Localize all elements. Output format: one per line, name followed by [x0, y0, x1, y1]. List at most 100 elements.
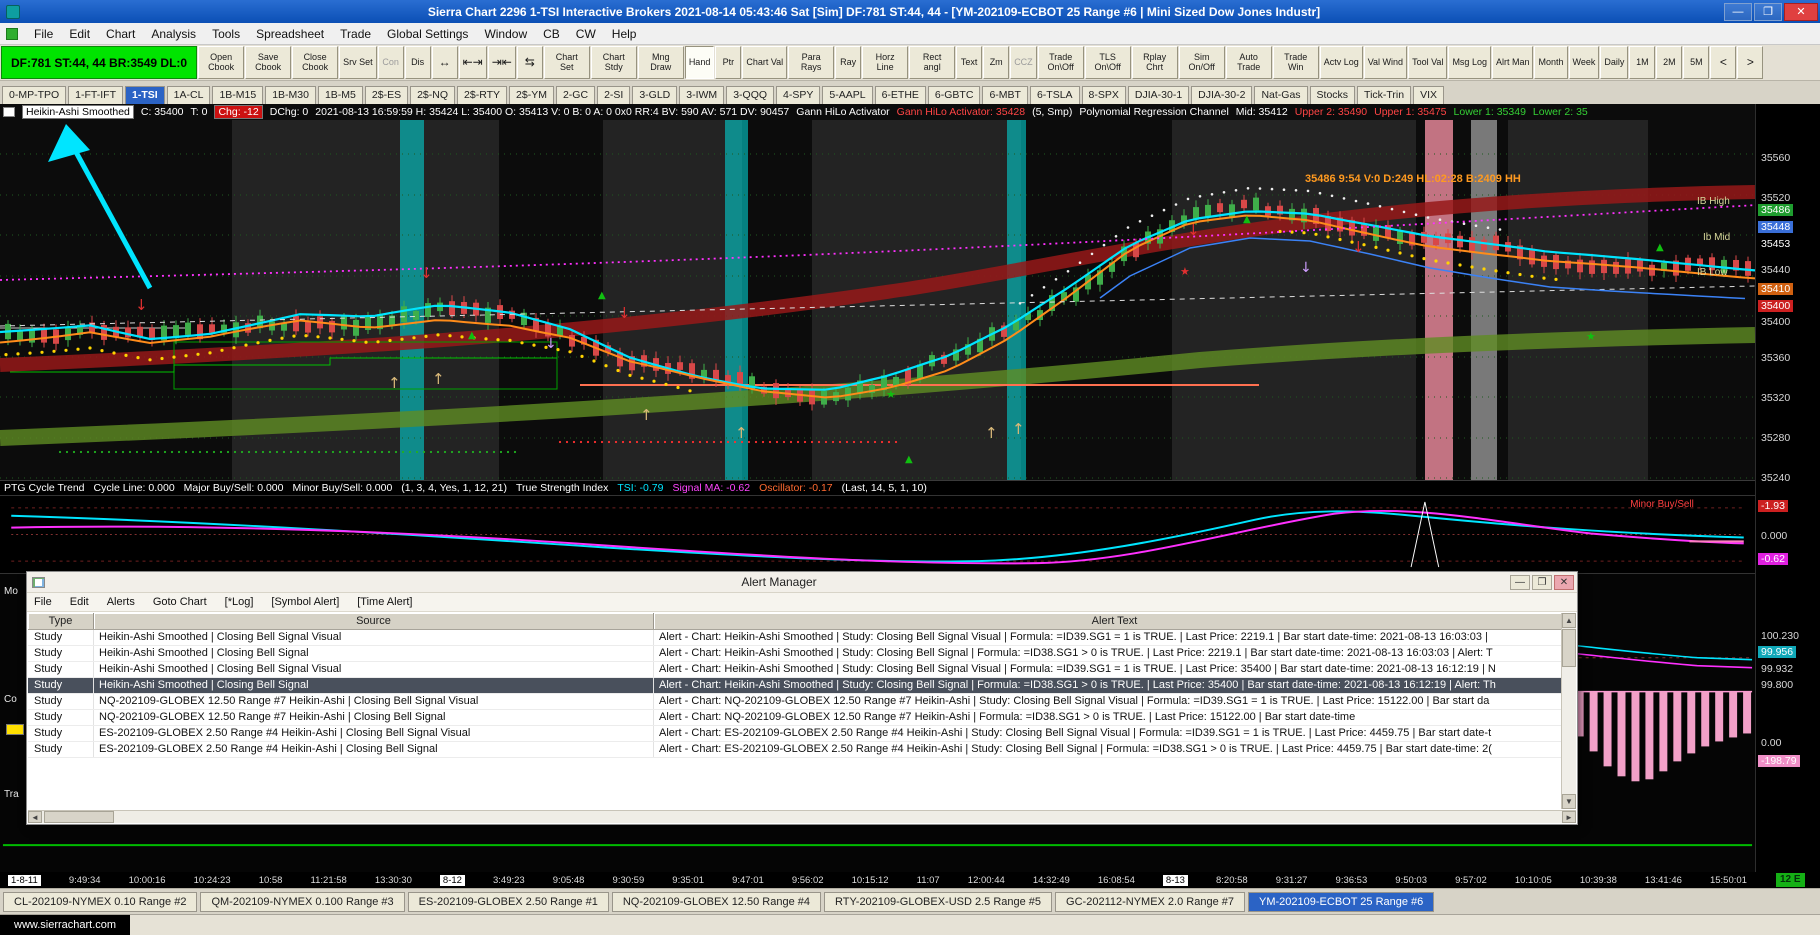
maximize-button[interactable]: ❐ [1754, 2, 1782, 21]
toolbar-button-rect-angl[interactable]: Rect angl [909, 46, 956, 79]
toolbar-button-ptr[interactable]: Ptr [715, 46, 742, 79]
toolbar-button-tls-on-off[interactable]: TLS On\Off [1084, 46, 1131, 79]
toolbar-button-sim-on-off[interactable]: Sim On/Off [1178, 46, 1225, 79]
vertical-scroll-thumb[interactable] [1562, 629, 1576, 667]
bottom-tab-nq-202109-globex-12-50-range-4[interactable]: NQ-202109-GLOBEX 12.50 Range #4 [611, 891, 821, 912]
bottom-tab-gc-202112-nymex-2-0-range-7[interactable]: GC-202112-NYMEX 2.0 Range #7 [1055, 891, 1245, 912]
alert-vertical-scrollbar[interactable]: ▲ ▼ [1561, 613, 1576, 809]
scroll-down-icon[interactable]: ▼ [1562, 794, 1576, 809]
bottom-tab-ym-202109-ecbot-25-range-6[interactable]: YM-202109-ECBOT 25 Range #6 [1248, 891, 1435, 912]
scroll-right-icon[interactable]: > [1737, 46, 1764, 79]
menu-spreadsheet[interactable]: Spreadsheet [248, 25, 332, 43]
price-scale[interactable]: 35560 35520 35440 35400 35360 35320 35280 35240… [1755, 104, 1820, 872]
toolbar-button-zm[interactable]: Zm [983, 46, 1010, 79]
toolbar-button-chart-val[interactable]: Chart Val [742, 46, 788, 79]
alert-row-6[interactable]: Study ES-202109-GLOBEX 2.50 Range #4 Heik… [28, 726, 1561, 742]
toolbar-button-ccz[interactable]: CCZ [1010, 46, 1037, 79]
toolbar-button-text[interactable]: Text [956, 46, 983, 79]
chart-tab-3-gld[interactable]: 3-GLD [632, 86, 678, 104]
alert-column-header-type[interactable]: Type [28, 613, 94, 629]
chart-tab-1b-m5[interactable]: 1B-M5 [317, 86, 363, 104]
toolbar-button-chart-set[interactable]: Chart Set [543, 46, 590, 79]
alert-row-7[interactable]: Study ES-202109-GLOBEX 2.50 Range #4 Heik… [28, 742, 1561, 758]
chart-tab-tick-trin[interactable]: Tick-Trin [1357, 86, 1412, 104]
menu-global-settings[interactable]: Global Settings [379, 25, 476, 43]
toolbar-button-rplay-chrt[interactable]: Rplay Chrt [1131, 46, 1178, 79]
close-button[interactable]: ✕ [1784, 2, 1818, 21]
menu-window[interactable]: Window [476, 25, 535, 43]
chart-tab-3-iwm[interactable]: 3-IWM [679, 86, 725, 104]
alert-row-0[interactable]: Study Heikin-Ashi Smoothed | Closing Bell… [28, 630, 1561, 646]
chart-tab-stocks[interactable]: Stocks [1309, 86, 1356, 104]
chart-tab-8-spx[interactable]: 8-SPX [1081, 86, 1126, 104]
toolbar-button-actv-log[interactable]: Actv Log [1319, 46, 1363, 79]
alert-menu-file[interactable]: File [34, 596, 52, 608]
menu-trade[interactable]: Trade [332, 25, 379, 43]
toolbar-button-trade-win[interactable]: Trade Win [1272, 46, 1319, 79]
chart-tab-3-qqq[interactable]: 3-QQQ [726, 86, 775, 104]
toolbar-button-trade-on-off[interactable]: Trade On\Off [1037, 46, 1084, 79]
toolbar-button-save-cbook[interactable]: Save Cbook [245, 46, 292, 79]
chart-tab-1a-cl[interactable]: 1A-CL [166, 86, 211, 104]
alert-menu-log[interactable]: [*Log] [225, 596, 254, 608]
toolbar-button-dis[interactable]: Dis [404, 46, 431, 79]
alert-menu-goto-chart[interactable]: Goto Chart [153, 596, 207, 608]
chart-tab-2-gc[interactable]: 2-GC [555, 86, 596, 104]
toolbar-button-msg-log[interactable]: Msg Log [1448, 46, 1491, 79]
toolbar-button-horz-line[interactable]: Horz Line [862, 46, 909, 79]
alert-column-header-source[interactable]: Source [94, 613, 654, 629]
increase-bar-spacing-icon[interactable]: ⇤⇥ [458, 46, 487, 79]
scroll-left-icon[interactable]: ◄ [28, 811, 42, 823]
bottom-tab-cl-202109-nymex-0-10-range-2[interactable]: CL-202109-NYMEX 0.10 Range #2 [3, 891, 198, 912]
alert-row-3[interactable]: Study Heikin-Ashi Smoothed | Closing Bell… [28, 678, 1561, 694]
chart-tab-2-nq[interactable]: 2$-NQ [410, 86, 456, 104]
toolbar-button-val-wind[interactable]: Val Wind [1363, 46, 1408, 79]
chart-tab-6-ethe[interactable]: 6-ETHE [874, 86, 926, 104]
chart-tab-djia-30-2[interactable]: DJIA-30-2 [1191, 86, 1253, 104]
chart-tab-2-ym[interactable]: 2$-YM [509, 86, 554, 104]
toolbar-button-chart-stdy[interactable]: Chart Stdy [590, 46, 637, 79]
chart-tab-6-gbtc[interactable]: 6-GBTC [927, 86, 981, 104]
alert-menu-edit[interactable]: Edit [70, 596, 89, 608]
chart-tab-1-tsi[interactable]: 1-TSI [125, 86, 165, 104]
chart-tab-2-es[interactable]: 2$-ES [364, 86, 409, 104]
alert-row-4[interactable]: Study NQ-202109-GLOBEX 12.50 Range #7 Hei… [28, 694, 1561, 710]
menu-help[interactable]: Help [604, 25, 645, 43]
toolbar-button-srv-set[interactable]: Srv Set [339, 46, 377, 79]
chart-tab-1b-m15[interactable]: 1B-M15 [212, 86, 264, 104]
chart-tab-6-mbt[interactable]: 6-MBT [982, 86, 1028, 104]
chart-tab-0-mp-tpo[interactable]: 0-MP-TPO [2, 86, 67, 104]
menu-cb[interactable]: CB [535, 25, 568, 43]
bottom-tab-es-202109-globex-2-50-range-1[interactable]: ES-202109-GLOBEX 2.50 Range #1 [407, 891, 609, 912]
menu-edit[interactable]: Edit [61, 25, 98, 43]
toolbar-button-auto-trade[interactable]: Auto Trade [1225, 46, 1272, 79]
chart-tab-5-aapl[interactable]: 5-AAPL [822, 86, 873, 104]
alert-menu-alerts[interactable]: Alerts [107, 596, 135, 608]
toolbar-button-daily[interactable]: Daily [1600, 46, 1629, 79]
scale-range-icon[interactable]: ↔ [431, 46, 458, 79]
chart-tab-1b-m30[interactable]: 1B-M30 [265, 86, 316, 104]
toolbar-button-close-cbook[interactable]: Close Cbook [292, 46, 339, 79]
chart-tab-vix[interactable]: VIX [1413, 86, 1445, 104]
sierrachart-link[interactable]: www.sierrachart.com [0, 915, 131, 935]
toolbar-button-tool-val[interactable]: Tool Val [1408, 46, 1448, 79]
toolbar-button-5m[interactable]: 5M [1683, 46, 1710, 79]
alert-row-5[interactable]: Study NQ-202109-GLOBEX 12.50 Range #7 Hei… [28, 710, 1561, 726]
minimize-button[interactable]: — [1724, 2, 1752, 21]
alert-maximize-button[interactable]: ❐ [1532, 574, 1552, 590]
toolbar-button-alrt-man[interactable]: Alrt Man [1491, 46, 1534, 79]
toolbar-button-ray[interactable]: Ray [835, 46, 862, 79]
alert-row-1[interactable]: Study Heikin-Ashi Smoothed | Closing Bell… [28, 646, 1561, 662]
bottom-tab-qm-202109-nymex-0-100-range-3[interactable]: QM-202109-NYMEX 0.100 Range #3 [200, 891, 405, 912]
toolbar-button-con[interactable]: Con [377, 46, 404, 79]
menu-tools[interactable]: Tools [204, 25, 248, 43]
toolbar-button-2m[interactable]: 2M [1656, 46, 1683, 79]
chart-tab-6-tsla[interactable]: 6-TSLA [1029, 86, 1080, 104]
menu-chart[interactable]: Chart [98, 25, 143, 43]
menu-analysis[interactable]: Analysis [143, 25, 204, 43]
alert-close-button[interactable]: ✕ [1554, 574, 1574, 590]
toolbar-button-1m[interactable]: 1M [1629, 46, 1656, 79]
scroll-left-icon[interactable]: < [1710, 46, 1737, 79]
menu-file[interactable]: File [26, 25, 61, 43]
toolbar-button-month[interactable]: Month [1534, 46, 1568, 79]
